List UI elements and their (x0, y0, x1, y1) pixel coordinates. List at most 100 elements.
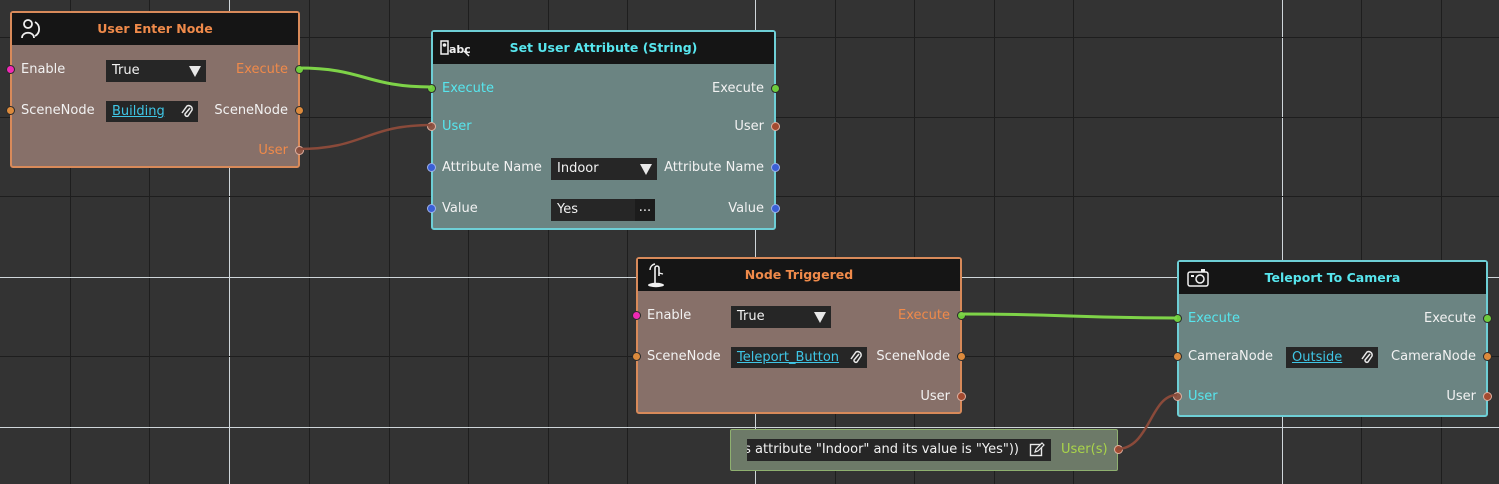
value-field[interactable]: Yes ... (551, 199, 655, 221)
execute-output-port[interactable] (771, 84, 780, 93)
graph-canvas[interactable]: User Enter Node Enable True Execute Scen… (0, 0, 1499, 484)
value-output-port[interactable] (771, 204, 780, 213)
node-title: Teleport To Camera (1264, 270, 1401, 285)
scenenode-input-port[interactable] (6, 106, 15, 115)
value-output-label: Value (728, 201, 764, 216)
node-header[interactable]: Teleport To Camera (1179, 262, 1486, 294)
attribute-name-select[interactable]: Indoor (551, 158, 657, 180)
scenenode-link[interactable]: Teleport_Button (737, 350, 839, 365)
value-label: Value (442, 201, 478, 216)
node-header[interactable]: abc Set User Attribute (String) (433, 32, 774, 64)
dropdown-arrow-icon (640, 164, 652, 175)
scenenode-reference-field[interactable]: Building (106, 101, 198, 122)
execute-output-port[interactable] (957, 311, 966, 320)
enable-port[interactable] (632, 311, 641, 320)
scenenode-reference-field[interactable]: Teleport_Button (731, 347, 867, 368)
node-header[interactable]: Node Triggered (638, 259, 960, 291)
user-enter-node[interactable]: User Enter Node Enable True Execute Scen… (6, 11, 304, 168)
set-user-attribute-node[interactable]: abc Set User Attribute (String) Execute … (427, 30, 780, 230)
cameranode-input-port[interactable] (1173, 352, 1182, 361)
filter-output-port[interactable] (1114, 445, 1123, 454)
paperclip-icon[interactable] (180, 104, 194, 119)
cameranode-reference-field[interactable]: Outside (1286, 347, 1378, 368)
user-output-port[interactable] (771, 122, 780, 131)
user-wire (297, 123, 433, 151)
execute-wire (297, 66, 433, 89)
node-title: User Enter Node (97, 21, 213, 36)
grid-line (389, 0, 390, 484)
scenenode-link[interactable]: Building (112, 104, 165, 119)
camera-icon (1187, 269, 1209, 287)
scenenode-output-label: SceneNode (214, 103, 288, 118)
node-title: Set User Attribute (String) (509, 40, 698, 55)
user-output-port[interactable] (295, 146, 304, 155)
scenenode-label: SceneNode (647, 349, 721, 364)
teleport-to-camera-node[interactable]: Teleport To Camera Execute Execute Camer… (1173, 260, 1492, 417)
user-output-port[interactable] (1483, 392, 1492, 401)
user-input-label: User (1188, 389, 1218, 404)
execute-input-label: Execute (442, 81, 494, 96)
user-input-label: User (442, 119, 472, 134)
execute-output-label: Execute (1424, 311, 1476, 326)
enable-label: Enable (647, 308, 692, 323)
attribute-name-input-port[interactable] (427, 163, 436, 172)
grid-line (994, 0, 995, 484)
value-input-port[interactable] (427, 204, 436, 213)
scenenode-output-label: SceneNode (876, 349, 950, 364)
user-input-port[interactable] (1173, 392, 1182, 401)
enable-select[interactable]: True (106, 60, 206, 82)
enable-select[interactable]: True (731, 306, 831, 328)
execute-output-port[interactable] (1483, 314, 1492, 323)
enable-port[interactable] (6, 65, 15, 74)
grid-line (0, 427, 1499, 428)
attribute-name-label: Attribute Name (442, 160, 542, 175)
scenenode-output-port[interactable] (957, 352, 966, 361)
attribute-name-value: Indoor (557, 161, 599, 176)
enable-value: True (737, 309, 765, 324)
value-more-button[interactable]: ... (635, 199, 655, 221)
edit-icon[interactable] (1029, 442, 1045, 458)
filter-expression-text: has attribute "Indoor" and its value is … (747, 442, 1019, 457)
user-input-port[interactable] (427, 122, 436, 131)
execute-output-label: Execute (712, 81, 764, 96)
dropdown-arrow-icon (814, 312, 826, 323)
execute-input-port[interactable] (1173, 314, 1182, 323)
execute-output-label: Execute (898, 308, 950, 323)
node-title: Node Triggered (744, 267, 854, 282)
dropdown-arrow-icon (189, 66, 201, 77)
execute-input-label: Execute (1188, 311, 1240, 326)
paperclip-icon[interactable] (1360, 350, 1374, 365)
user-output-label: User (258, 143, 288, 158)
scenenode-input-port[interactable] (632, 352, 641, 361)
execute-input-port[interactable] (427, 84, 436, 93)
value-text: Yes (557, 202, 578, 217)
execute-output-label: Execute (236, 62, 288, 77)
node-triggered-node[interactable]: Node Triggered Enable True Execute Scene… (632, 257, 966, 414)
user-enter-icon (21, 19, 41, 39)
user-output-label: User (734, 119, 764, 134)
node-header[interactable]: User Enter Node (12, 13, 298, 45)
user-output-port[interactable] (957, 392, 966, 401)
user-wire (1116, 393, 1178, 451)
filter-expression-field[interactable]: has attribute "Indoor" and its value is … (747, 439, 1051, 461)
user-filter-node[interactable]: has attribute "Indoor" and its value is … (730, 429, 1123, 471)
grid-line (309, 0, 310, 484)
user-output-label: User (920, 389, 950, 404)
scenenode-output-port[interactable] (295, 106, 304, 115)
text-attribute-icon: abc (440, 40, 470, 57)
grid-line (1073, 0, 1074, 484)
cameranode-label: CameraNode (1188, 349, 1273, 364)
cameranode-output-label: CameraNode (1391, 349, 1476, 364)
execute-output-port[interactable] (295, 65, 304, 74)
scenenode-label: SceneNode (21, 103, 95, 118)
cameranode-output-port[interactable] (1483, 352, 1492, 361)
enable-label: Enable (21, 62, 66, 77)
execute-wire (959, 312, 1178, 320)
user-output-label: User (1446, 389, 1476, 404)
touch-trigger-icon (648, 263, 664, 288)
attribute-name-output-port[interactable] (771, 163, 780, 172)
paperclip-icon[interactable] (849, 350, 863, 365)
filter-output-label: User(s) (1061, 442, 1108, 457)
enable-value: True (112, 63, 140, 78)
cameranode-link[interactable]: Outside (1292, 350, 1342, 365)
